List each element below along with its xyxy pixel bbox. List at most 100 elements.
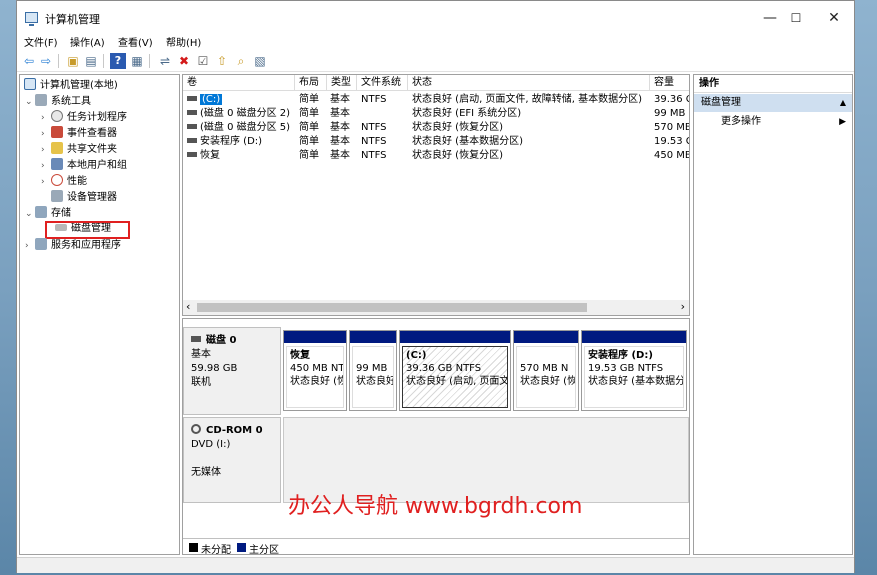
chevron-right-icon[interactable]: › [41, 175, 51, 189]
tree-item-services-apps[interactable]: › 服务和应用程序 [25, 238, 121, 252]
partition-bar [400, 331, 510, 343]
maximize-button[interactable]: ☐ [781, 7, 811, 29]
volume-name-cell: (磁盘 0 磁盘分区 5) [187, 121, 295, 135]
disk-name-text: CD-ROM 0 [206, 425, 263, 436]
tools-icon [35, 94, 47, 106]
menu-action[interactable]: 操作(A) [70, 34, 105, 49]
partition-details: 570 MB N 状态良好 (恢 [516, 346, 576, 408]
tree-item-system-tools[interactable]: ⌄ 系统工具 [25, 94, 91, 108]
partition-status: 状态良好 (基本数据分 [588, 376, 684, 387]
partition-c[interactable]: (C:) 39.36 GB NTFS 状态良好 (启动, 页面文 [399, 330, 511, 411]
column-header-filesystem[interactable]: 文件系统 [357, 75, 408, 91]
partition-name [356, 349, 390, 362]
collapse-up-icon[interactable]: ▲ [840, 94, 846, 112]
tree-item-storage[interactable]: ⌄ 存储 [25, 206, 71, 220]
export-icon[interactable]: ⇧ [214, 53, 230, 69]
menu-view[interactable]: 查看(V) [118, 34, 153, 49]
clock-icon [51, 110, 63, 122]
capacity-cell: 570 MB [654, 122, 690, 133]
column-header-volume[interactable]: 卷 [183, 75, 295, 91]
chevron-down-icon[interactable]: ⌄ [25, 95, 35, 109]
partition-recovery[interactable]: 恢复 450 MB NT 状态良好 (恢 [283, 330, 347, 411]
column-header-layout[interactable]: 布局 [295, 75, 327, 91]
legend: 未分配 主分区 [183, 538, 689, 554]
type-cell: 基本 [330, 108, 350, 119]
tree-label: 本地用户和组 [67, 160, 127, 171]
show-hide-tree-icon[interactable]: ▤ [83, 53, 99, 69]
actions-section-disk-management[interactable]: 磁盘管理 ▲ [694, 94, 852, 112]
help-icon[interactable]: ? [110, 53, 126, 69]
volume-name-cell: (C:) [187, 93, 295, 107]
partition-status: 状态良好 (启动, 页面文 [406, 376, 508, 387]
tree-item-event-viewer[interactable]: › 事件查看器 [41, 126, 117, 140]
watermark-text: 办公人导航 www.bgrdh.com [288, 494, 583, 519]
menu-help[interactable]: 帮助(H) [166, 34, 201, 49]
table-row[interactable]: (磁盘 0 磁盘分区 2) 简单 基本 状态良好 (EFI 系统分区) 99 M… [183, 107, 689, 121]
column-header-status[interactable]: 状态 [408, 75, 650, 91]
status-cell: 状态良好 (恢复分区) [412, 150, 503, 161]
partition-efi[interactable]: 99 MB 状态良好 [349, 330, 397, 411]
tree-item-root[interactable]: 计算机管理(本地) [24, 78, 118, 92]
scroll-right-icon[interactable]: › [681, 300, 685, 314]
chevron-right-icon[interactable]: › [25, 239, 35, 253]
view-icon[interactable]: ▧ [252, 53, 268, 69]
tree-item-task-scheduler[interactable]: › 任务计划程序 [41, 110, 127, 124]
actions-pane: 操作 磁盘管理 ▲ 更多操作 ▶ [693, 74, 853, 555]
chevron-right-icon[interactable]: › [41, 143, 51, 157]
tree-item-device-manager[interactable]: 设备管理器 [51, 190, 117, 204]
tree-label: 设备管理器 [67, 192, 117, 203]
partition-5-recovery[interactable]: 570 MB N 状态良好 (恢 [513, 330, 579, 411]
filesystem-cell: NTFS [361, 122, 387, 133]
cdrom-0-info[interactable]: CD-ROM 0 DVD (I:) 无媒体 [183, 417, 281, 503]
back-icon[interactable]: ⇦ [21, 53, 37, 69]
volume-name-text: (磁盘 0 磁盘分区 5) [200, 122, 291, 133]
disk-0-info[interactable]: 磁盘 0 基本 59.98 GB 联机 [183, 327, 281, 415]
legend-primary: 主分区 [249, 545, 279, 555]
check-icon[interactable]: ☑ [195, 53, 211, 69]
volume-name-text: (磁盘 0 磁盘分区 2) [200, 108, 291, 119]
column-header-type[interactable]: 类型 [327, 75, 357, 91]
close-button[interactable]: ✕ [819, 7, 849, 29]
more-actions-label: 更多操作 [721, 116, 761, 127]
table-row[interactable]: 安装程序 (D:) 简单 基本 NTFS 状态良好 (基本数据分区) 19.53… [183, 135, 690, 149]
partition-size: 19.53 GB NTFS [588, 363, 664, 374]
tree-item-performance[interactable]: › 性能 [41, 174, 87, 188]
forward-icon[interactable]: ⇨ [38, 53, 54, 69]
tree-item-shared-folders[interactable]: › 共享文件夹 [41, 142, 117, 156]
scroll-left-icon[interactable]: ‹ [186, 300, 190, 314]
delete-icon[interactable]: ✖ [176, 53, 192, 69]
console-tree: 计算机管理(本地) ⌄ 系统工具 › 任务计划程序 › 事件查看器 › 共享文件夹 › 本… [19, 74, 180, 555]
type-cell: 基本 [330, 94, 350, 105]
partition-details: 恢复 450 MB NT 状态良好 (恢 [286, 346, 344, 408]
partition-bar [514, 331, 578, 343]
chevron-right-icon[interactable]: › [41, 111, 51, 125]
layout-cell: 简单 [299, 150, 319, 161]
partition-d[interactable]: 安装程序 (D:) 19.53 GB NTFS 状态良好 (基本数据分 [581, 330, 687, 411]
toolbar: ⇦ ⇨ ▣ ▤ ? ▦ ⇌ ✖ ☑ ⇧ ⌕ ▧ [17, 49, 854, 72]
table-row[interactable]: (磁盘 0 磁盘分区 5) 简单 基本 NTFS 状态良好 (恢复分区) 570… [183, 121, 690, 135]
properties-icon[interactable]: ▦ [129, 53, 145, 69]
partition-details: 99 MB 状态良好 [352, 346, 394, 408]
table-row[interactable]: (C:) 简单 基本 NTFS 状态良好 (启动, 页面文件, 故障转储, 基本… [183, 93, 689, 107]
capacity-cell: 19.53 G [654, 136, 690, 147]
layout-cell: 简单 [299, 108, 319, 119]
toolbar-separator [103, 54, 104, 68]
search-icon[interactable]: ⌕ [233, 53, 249, 69]
connect-icon[interactable]: ⇌ [157, 53, 173, 69]
horizontal-scrollbar[interactable]: ‹ › [183, 300, 689, 315]
volume-name-cell: (磁盘 0 磁盘分区 2) [187, 107, 295, 121]
chevron-down-icon[interactable]: ⌄ [25, 207, 35, 221]
volume-list: 卷 布局 类型 文件系统 状态 容量 (C:) 简单 基本 NTFS 状态良好 … [182, 74, 690, 316]
table-row[interactable]: 恢复 简单 基本 NTFS 状态良好 (恢复分区) 450 MB [183, 149, 689, 163]
volume-icon [187, 124, 197, 129]
scrollbar-thumb[interactable] [197, 303, 587, 312]
users-icon [51, 158, 63, 170]
up-level-icon[interactable]: ▣ [65, 53, 81, 69]
chevron-right-icon[interactable]: › [41, 159, 51, 173]
more-actions-item[interactable]: 更多操作 ▶ [694, 113, 852, 131]
chevron-right-icon[interactable]: › [41, 127, 51, 141]
column-header-capacity[interactable]: 容量 [650, 75, 689, 91]
menu-file[interactable]: 文件(F) [24, 34, 58, 49]
legend-unallocated: 未分配 [201, 545, 231, 555]
tree-item-local-users[interactable]: › 本地用户和组 [41, 158, 127, 172]
